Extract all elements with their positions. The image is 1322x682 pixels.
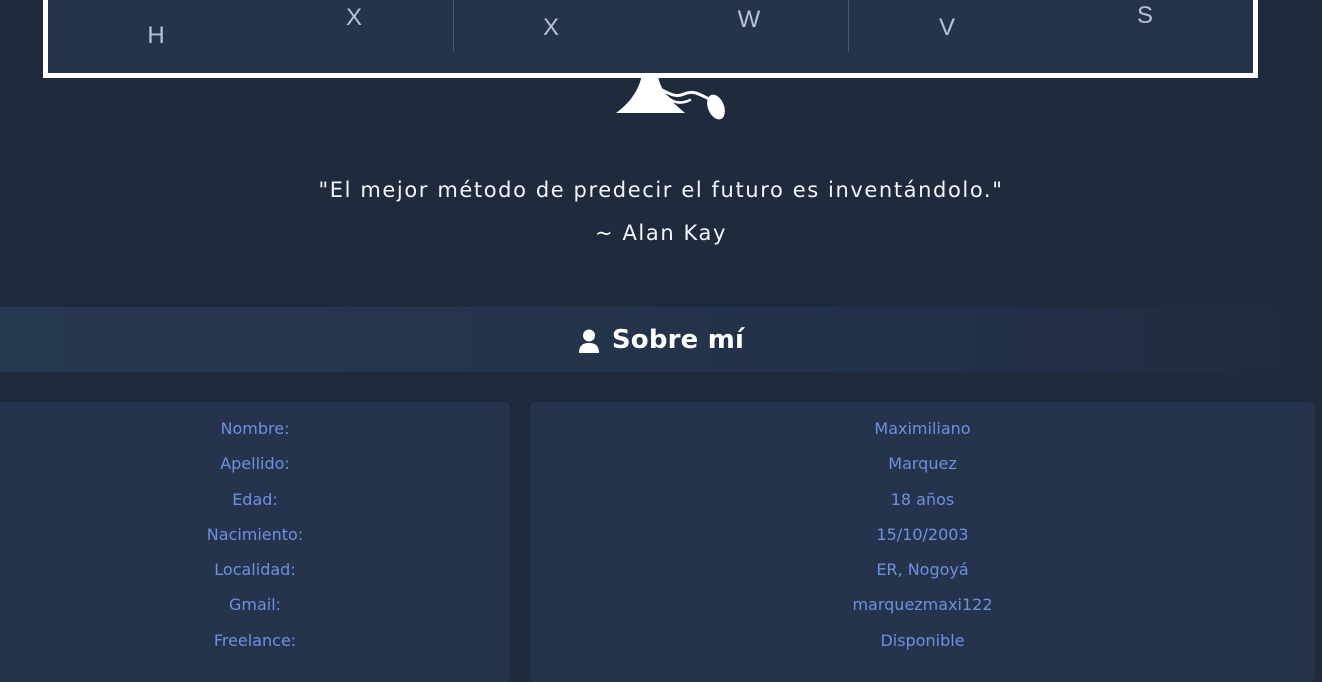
section-title-wrap: Sobre mí <box>0 307 1322 372</box>
label-localidad: Localidad: <box>214 560 296 580</box>
key-divider <box>848 0 849 52</box>
label-apellido: Apellido: <box>220 454 290 474</box>
label-gmail: Gmail: <box>228 595 282 615</box>
value-localidad: ER, Nogoyá <box>876 560 969 580</box>
key-letter: W <box>737 6 761 33</box>
value-gmail: marquezmaxi122 <box>852 595 993 615</box>
value-edad: 18 años <box>890 489 955 509</box>
user-icon <box>578 329 599 353</box>
monitor-stand-icon <box>616 74 725 120</box>
label-nacimiento: Nacimiento: <box>206 524 304 544</box>
key-letter: S <box>1136 2 1153 29</box>
monitor-frame: H X X W V S <box>43 0 1258 78</box>
key-divider <box>453 0 454 52</box>
section-title: Sobre mí <box>611 324 745 355</box>
about-labels-card: Nombre: Apellido: Edad: Nacimiento: Loca… <box>0 402 510 682</box>
key-letter: X <box>345 4 362 31</box>
labels-list: Nombre: Apellido: Edad: Nacimiento: Loca… <box>0 416 510 663</box>
key-letter: V <box>938 14 955 41</box>
quote-author: ~ Alan Kay <box>594 221 728 245</box>
values-list: Maximiliano Marquez 18 años 15/10/2003 E… <box>530 416 1315 663</box>
value-freelance: Disponible <box>880 630 965 650</box>
value-apellido: Marquez <box>888 454 957 474</box>
label-freelance: Freelance: <box>213 630 297 650</box>
key-letter: X <box>542 14 559 41</box>
label-nombre: Nombre: <box>220 419 290 438</box>
quote-text: "El mejor método de predecir el futuro e… <box>318 178 1004 202</box>
value-nacimiento: 15/10/2003 <box>876 524 969 544</box>
value-nombre: Maximiliano <box>874 419 971 438</box>
key-letter: H <box>147 22 165 49</box>
label-edad: Edad: <box>232 489 278 509</box>
about-section-header: Sobre mí <box>0 307 1322 372</box>
about-values-card: Maximiliano Marquez 18 años 15/10/2003 E… <box>530 402 1315 682</box>
